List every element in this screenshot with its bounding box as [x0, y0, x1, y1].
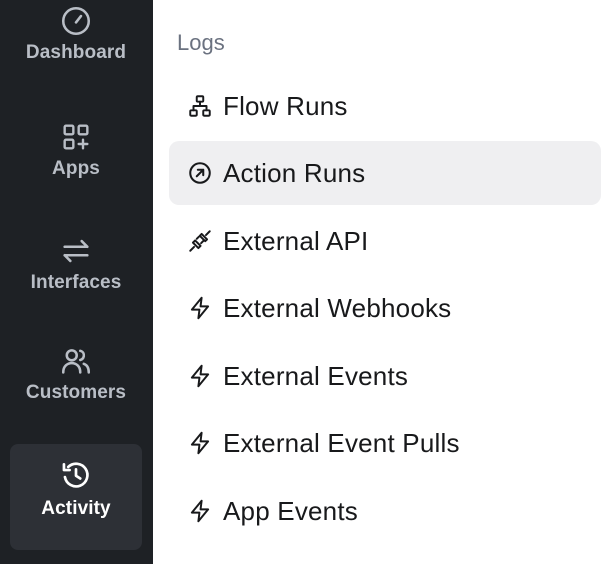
lightning-icon — [185, 496, 215, 526]
nav-item-label: Flow Runs — [223, 90, 348, 121]
rail-item-label: Activity — [41, 498, 111, 519]
nav-item-label: External Webhooks — [223, 292, 452, 323]
rail-item-customers[interactable]: Customers — [10, 340, 142, 430]
nav-item-label: External API — [223, 225, 369, 256]
rail-item-dashboard[interactable]: Dashboard — [10, 0, 142, 82]
history-icon — [59, 458, 93, 492]
apps-grid-icon — [59, 120, 93, 154]
rail-item-interfaces[interactable]: Interfaces — [10, 228, 142, 318]
lightning-icon — [185, 361, 215, 391]
nav-item-action-runs[interactable]: Action Runs — [169, 141, 601, 205]
nav-item-label: External Events — [223, 360, 409, 391]
circle-arrow-up-right-icon — [185, 158, 215, 188]
rail-item-activity[interactable]: Activity — [10, 444, 142, 550]
plug-icon — [185, 226, 215, 256]
section-heading: Logs — [177, 30, 225, 55]
left-rail: Dashboard Apps Interfaces Customers Acti… — [0, 0, 153, 564]
gauge-icon — [59, 4, 93, 38]
nav-item-label: App Events — [223, 495, 358, 526]
lightning-icon — [185, 293, 215, 323]
nav-item-external-webhooks[interactable]: External Webhooks — [169, 276, 601, 340]
nav-item-external-api[interactable]: External API — [169, 209, 601, 273]
nav-item-external-event-pulls[interactable]: External Event Pulls — [169, 411, 601, 475]
rail-item-label: Dashboard — [25, 42, 127, 63]
nav-item-flow-runs[interactable]: Flow Runs — [169, 74, 601, 138]
nav-item-external-events[interactable]: External Events — [169, 344, 601, 408]
nav-item-label: Action Runs — [223, 157, 366, 188]
rail-item-label: Interfaces — [30, 272, 122, 293]
nav-item-label: External Event Pulls — [223, 427, 460, 458]
flow-tree-icon — [185, 91, 215, 121]
nav-item-app-events[interactable]: App Events — [169, 479, 601, 543]
rail-item-label: Apps — [52, 158, 100, 179]
logs-panel: Logs Flow Runs Action Runs External API … — [153, 0, 614, 564]
arrows-left-right-icon — [59, 234, 93, 268]
rail-item-apps[interactable]: Apps — [10, 112, 142, 202]
lightning-icon — [185, 428, 215, 458]
app-window: Dashboard Apps Interfaces Customers Acti… — [0, 0, 614, 564]
rail-item-label: Customers — [25, 382, 127, 403]
users-icon — [59, 344, 93, 378]
